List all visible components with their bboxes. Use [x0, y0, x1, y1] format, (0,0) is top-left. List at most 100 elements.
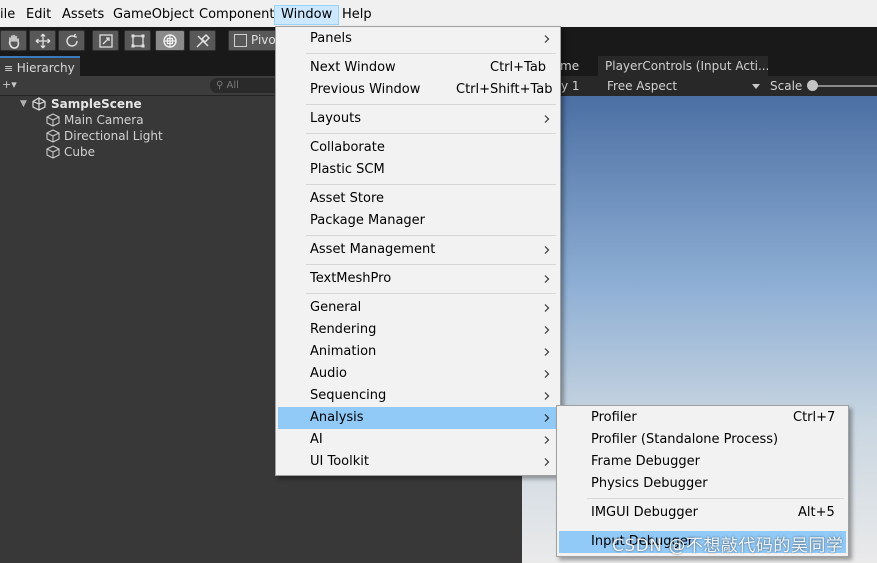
- menu-item-asset-store[interactable]: Asset Store: [278, 188, 558, 210]
- tab-player-controls[interactable]: PlayerControls (Input Acti...: [598, 56, 768, 76]
- rotate-tool-button[interactable]: [58, 30, 85, 51]
- menu-item-shortcut: Ctrl+7: [793, 410, 836, 425]
- chevron-right-icon: [544, 348, 550, 356]
- custom-tool-button[interactable]: [189, 30, 216, 51]
- menu-separator: [306, 264, 556, 265]
- menu-item-analysis[interactable]: Analysis: [278, 407, 558, 429]
- scale-tool-button[interactable]: [92, 30, 119, 51]
- chevron-right-icon: [544, 275, 550, 283]
- pivot-label: Pivo: [251, 33, 276, 47]
- tab-hierarchy-label: Hierarchy: [16, 61, 75, 75]
- menu-item-label: Layouts: [310, 111, 361, 126]
- move-tool-button[interactable]: [29, 30, 56, 51]
- menu-assets[interactable]: Assets: [62, 7, 104, 22]
- menu-item-profiler-standalone[interactable]: Profiler (Standalone Process): [559, 429, 846, 451]
- menu-item-panels[interactable]: Panels: [278, 28, 558, 50]
- menu-item-label: Asset Store: [310, 191, 385, 206]
- menu-item-label: UI Toolkit: [310, 454, 369, 469]
- menu-item-audio[interactable]: Audio: [278, 363, 558, 385]
- menu-separator: [306, 53, 556, 54]
- menu-separator: [306, 235, 556, 236]
- scene-name: SampleScene: [51, 97, 142, 111]
- menu-item-previous-window[interactable]: Previous Window Ctrl+Shift+Tab: [278, 79, 558, 101]
- menu-item-asset-management[interactable]: Asset Management: [278, 239, 558, 261]
- menu-item-label: Frame Debugger: [591, 454, 700, 469]
- hand-tool-icon: [8, 34, 20, 49]
- menu-item-shortcut: Alt+5: [798, 505, 835, 520]
- gameobject-cube-icon: [46, 129, 60, 143]
- menu-separator: [306, 133, 556, 134]
- menu-item-label: TextMeshPro: [310, 271, 392, 286]
- scale-slider-track[interactable]: [812, 85, 877, 87]
- menu-item-label: General: [310, 300, 362, 315]
- transform-tool-button[interactable]: [155, 30, 185, 51]
- display-dropdown[interactable]: y 1: [561, 76, 580, 96]
- pivot-toggle[interactable]: Pivo: [228, 30, 280, 51]
- menu-item-layouts[interactable]: Layouts: [278, 108, 558, 130]
- window-menu-dropdown: Panels Next Window Ctrl+Tab Previous Wind…: [275, 26, 561, 476]
- tab-game[interactable]: me: [560, 57, 579, 75]
- chevron-right-icon: [544, 414, 550, 422]
- rect-tool-icon: [131, 34, 145, 48]
- add-dropdown-icon[interactable]: +▾: [2, 78, 17, 91]
- menu-item-label: Profiler: [591, 410, 637, 425]
- scale-slider-handle[interactable]: [807, 80, 818, 91]
- custom-tool-icon: [196, 33, 211, 48]
- menu-edit[interactable]: Edit: [26, 7, 51, 22]
- menu-item-ui-toolkit[interactable]: UI Toolkit: [278, 451, 558, 473]
- menu-item-label: AI: [310, 432, 323, 447]
- aspect-dropdown[interactable]: Free Aspect: [602, 76, 764, 96]
- rotate-tool-icon: [66, 33, 78, 47]
- menu-item-label: Previous Window: [310, 82, 421, 97]
- scale-tool-icon: [99, 34, 113, 48]
- menu-item-physics-debugger[interactable]: Physics Debugger: [559, 473, 846, 495]
- chevron-right-icon: [544, 326, 550, 334]
- menu-item-label: Analysis: [310, 410, 364, 425]
- menu-item-label: Audio: [310, 366, 347, 381]
- search-icon: ⚲: [216, 80, 227, 91]
- gameobject-cube-icon: [46, 145, 60, 159]
- menu-item-label: Animation: [310, 344, 377, 359]
- menu-item-general[interactable]: General: [278, 297, 558, 319]
- menu-item-label: Collaborate: [310, 140, 385, 155]
- tab-hierarchy[interactable]: ≡ Hierarchy: [0, 56, 80, 76]
- chevron-right-icon: [544, 246, 550, 254]
- menu-item-animation[interactable]: Animation: [278, 341, 558, 363]
- chevron-right-icon: [544, 370, 550, 378]
- transform-tool-icon: [163, 34, 177, 48]
- rect-tool-button[interactable]: [124, 30, 151, 51]
- menu-window[interactable]: Window: [274, 5, 340, 25]
- watermark: CSDN @不想敲代码的吴同学: [612, 536, 844, 556]
- chevron-down-icon: [752, 84, 760, 89]
- menu-item-label: Asset Management: [310, 242, 436, 257]
- menu-item-rendering[interactable]: Rendering: [278, 319, 558, 341]
- menu-file[interactable]: ile: [0, 7, 15, 22]
- menu-item-label: Plastic SCM: [310, 162, 385, 177]
- chevron-right-icon: [544, 458, 550, 466]
- hand-tool-button[interactable]: [0, 30, 27, 51]
- menu-help[interactable]: Help: [342, 7, 372, 22]
- menu-separator: [306, 184, 556, 185]
- menu-item-next-window[interactable]: Next Window Ctrl+Tab: [278, 57, 558, 79]
- menu-item-collaborate[interactable]: Collaborate: [278, 137, 558, 159]
- chevron-right-icon: [544, 35, 550, 43]
- menu-item-ai[interactable]: AI: [278, 429, 558, 451]
- menu-item-frame-debugger[interactable]: Frame Debugger: [559, 451, 846, 473]
- menu-gameobject[interactable]: GameObject: [113, 7, 194, 22]
- menu-item-label: Rendering: [310, 322, 377, 337]
- scale-label: Scale: [770, 79, 803, 93]
- menu-item-textmeshpro[interactable]: TextMeshPro: [278, 268, 558, 290]
- menu-item-sequencing[interactable]: Sequencing: [278, 385, 558, 407]
- pivot-icon: [234, 34, 247, 47]
- menu-item-imgui-debugger[interactable]: IMGUI Debugger Alt+5: [559, 502, 846, 524]
- menu-item-shortcut: Ctrl+Tab: [490, 60, 547, 75]
- object-name: Main Camera: [64, 113, 144, 127]
- menu-item-profiler[interactable]: Profiler Ctrl+7: [559, 407, 846, 429]
- object-name: Cube: [64, 145, 95, 159]
- menu-item-plastic-scm[interactable]: Plastic SCM: [278, 159, 558, 181]
- menu-item-package-manager[interactable]: Package Manager: [278, 210, 558, 232]
- menu-component[interactable]: Component: [199, 7, 274, 22]
- menu-item-label: Physics Debugger: [591, 476, 708, 491]
- chevron-right-icon: [544, 304, 550, 312]
- unity-scene-icon: [32, 97, 46, 111]
